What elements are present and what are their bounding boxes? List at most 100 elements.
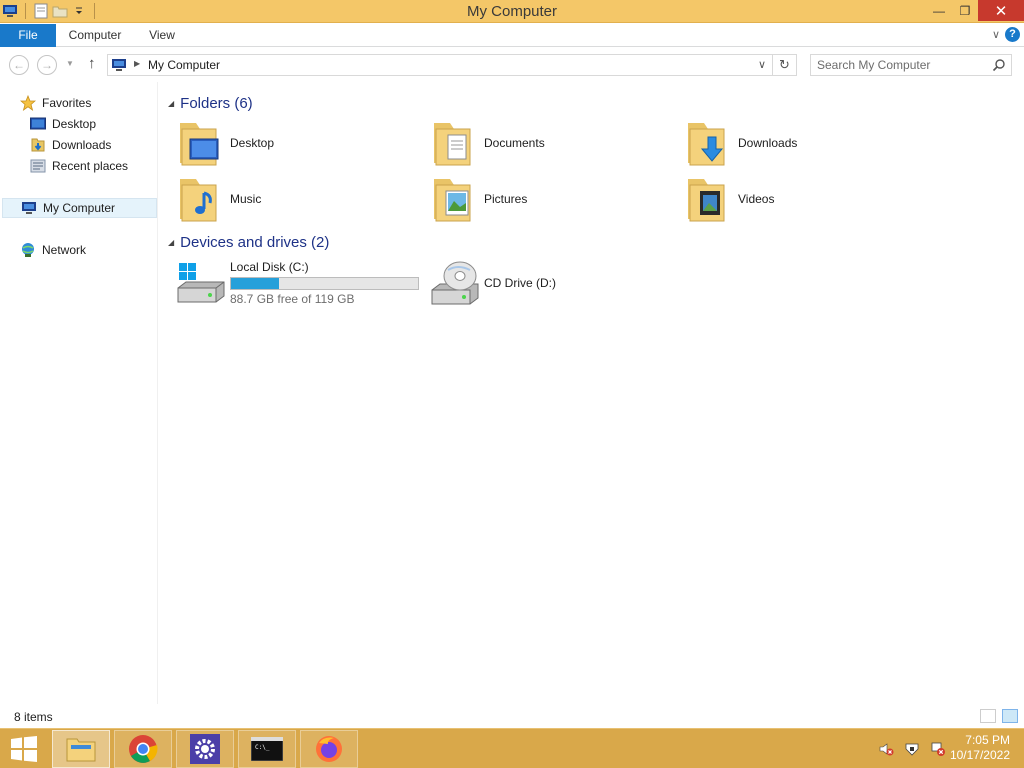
folder-tile-videos[interactable]: Videos	[684, 172, 924, 226]
collapse-group-icon[interactable]: ◢	[168, 99, 174, 108]
sidebar-item-label: Recent places	[52, 159, 129, 173]
clock-date: 10/17/2022	[949, 748, 1010, 762]
windows-logo-icon	[11, 736, 37, 762]
folder-label: Documents	[484, 136, 545, 150]
collapse-group-icon[interactable]: ◢	[168, 238, 174, 247]
folder-label: Desktop	[230, 136, 275, 150]
taskbar-command-prompt[interactable]: C:\_	[238, 730, 296, 768]
close-button[interactable]: ✕	[978, 0, 1024, 21]
file-explorer-icon	[66, 738, 96, 762]
view-switcher	[980, 709, 1018, 723]
back-button[interactable]: ←	[9, 55, 29, 75]
disk-usage-fill	[231, 278, 279, 289]
hard-drive-icon	[177, 263, 225, 303]
breadcrumb-arrow-icon[interactable]: ▶	[134, 59, 140, 68]
navigation-bar: ← → ▼ ↑ ▶ My Computer ∨ ↻	[0, 48, 1024, 82]
folder-tile-music[interactable]: Music	[176, 172, 416, 226]
downloads-icon	[30, 137, 46, 153]
address-bar[interactable]: ▶ My Computer ∨	[107, 54, 773, 76]
window-controls: — ❐ ✕	[926, 0, 1024, 21]
search-icon[interactable]	[992, 58, 1006, 75]
action-center-icon[interactable]	[904, 741, 920, 757]
settings-icon	[190, 734, 220, 764]
star-icon	[20, 95, 36, 111]
folders-group-header[interactable]: ◢ Folders (6)	[168, 93, 253, 113]
breadcrumb[interactable]: My Computer	[148, 58, 220, 72]
navigation-pane: Favorites Desktop Downloads Recent place…	[0, 82, 158, 704]
sidebar-item-label: My Computer	[43, 201, 116, 215]
drive-free-space: 88.7 GB free of 119 GB	[230, 292, 355, 306]
computer-icon	[111, 58, 129, 75]
cd-drive-icon	[431, 261, 479, 305]
minimize-button[interactable]: —	[926, 0, 952, 21]
network-disconnected-icon[interactable]	[930, 741, 946, 757]
music-folder-icon	[176, 175, 224, 223]
desktop-icon	[30, 116, 46, 132]
taskbar-file-explorer[interactable]	[52, 730, 110, 768]
ribbon: File Computer View ∨ ?	[0, 24, 1024, 47]
taskbar-firefox[interactable]	[300, 730, 358, 768]
folder-tile-documents[interactable]: Documents	[430, 116, 670, 170]
item-count: 8 items	[14, 710, 53, 724]
taskbar: C:\_ 7:05 PM 10/17/2022	[0, 728, 1024, 768]
svg-text:C:\_: C:\_	[255, 744, 270, 751]
up-button[interactable]: ↑	[88, 55, 96, 72]
tab-computer[interactable]: Computer	[62, 24, 128, 47]
volume-muted-icon[interactable]	[878, 741, 894, 757]
recent-locations-dropdown[interactable]: ▼	[66, 59, 74, 68]
search-input[interactable]	[817, 58, 987, 72]
sidebar-item-recent-places[interactable]: Recent places	[30, 156, 128, 176]
clock[interactable]: 7:05 PM 10/17/2022	[950, 733, 1010, 763]
drive-label: Local Disk (C:)	[230, 260, 309, 274]
address-dropdown-icon[interactable]: ∨	[758, 58, 766, 71]
title-bar: My Computer — ❐ ✕	[0, 0, 1024, 23]
group-title: Devices and drives (2)	[180, 233, 330, 251]
sidebar-item-my-computer[interactable]: My Computer	[2, 198, 157, 218]
refresh-button[interactable]: ↻	[773, 54, 797, 76]
documents-folder-icon	[430, 119, 478, 167]
tab-view[interactable]: View	[142, 24, 182, 47]
disk-usage-bar	[230, 277, 419, 290]
folder-label: Music	[230, 192, 262, 206]
desktop-folder-icon	[176, 119, 224, 167]
downloads-folder-icon	[684, 119, 732, 167]
folder-tile-downloads[interactable]: Downloads	[684, 116, 924, 170]
drive-tile-c[interactable]: Local Disk (C:) 88.7 GB free of 119 GB	[176, 258, 426, 312]
sidebar-item-label: Network	[42, 243, 87, 257]
sidebar-item-desktop[interactable]: Desktop	[30, 114, 96, 134]
command-prompt-icon: C:\_	[251, 737, 283, 761]
folder-label: Downloads	[738, 136, 798, 150]
videos-folder-icon	[684, 175, 732, 223]
network-icon	[20, 242, 36, 258]
drive-tile-d[interactable]: CD Drive (D:)	[430, 258, 630, 312]
taskbar-settings[interactable]	[176, 730, 234, 768]
sidebar-item-label: Desktop	[52, 117, 97, 131]
start-button[interactable]	[10, 736, 38, 762]
sidebar-item-network[interactable]: Network	[20, 240, 86, 260]
pictures-folder-icon	[430, 175, 478, 223]
folder-label: Videos	[738, 192, 775, 206]
drives-group-header[interactable]: ◢ Devices and drives (2)	[168, 232, 329, 252]
group-title: Folders (6)	[180, 94, 253, 112]
sidebar-item-label: Downloads	[52, 138, 112, 152]
tab-file[interactable]: File	[0, 24, 56, 47]
folder-tile-pictures[interactable]: Pictures	[430, 172, 670, 226]
folder-label: Pictures	[484, 192, 528, 206]
taskbar-chrome[interactable]	[114, 730, 172, 768]
computer-icon	[21, 200, 37, 216]
expand-ribbon-icon[interactable]: ∨	[992, 28, 1000, 41]
folder-tile-desktop[interactable]: Desktop	[176, 116, 416, 170]
recent-places-icon	[30, 158, 46, 174]
sidebar-favorites[interactable]: Favorites	[20, 93, 91, 113]
large-icons-view-icon[interactable]	[1002, 709, 1018, 723]
drive-label: CD Drive (D:)	[484, 276, 556, 290]
restore-button[interactable]: ❐	[952, 0, 978, 21]
help-icon[interactable]: ?	[1005, 27, 1020, 42]
sidebar-item-downloads[interactable]: Downloads	[30, 135, 111, 155]
details-view-icon[interactable]	[980, 709, 996, 723]
status-bar: 8 items	[0, 706, 1024, 728]
content-pane: ◢ Folders (6) Desktop Documents Download…	[160, 82, 1024, 704]
search-box[interactable]	[810, 54, 1012, 76]
forward-button[interactable]: →	[37, 55, 57, 75]
system-tray	[878, 741, 946, 757]
